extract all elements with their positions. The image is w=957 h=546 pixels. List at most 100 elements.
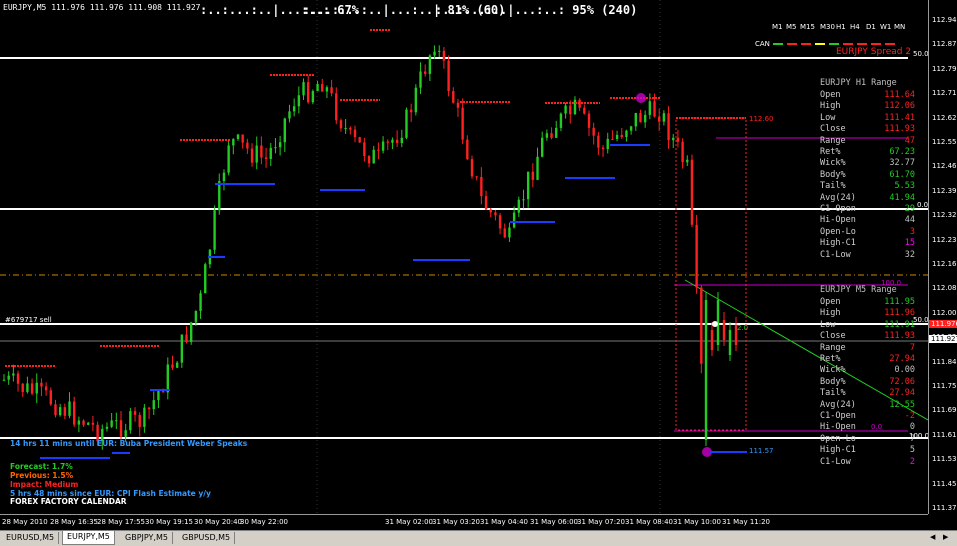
panel-row-value: -2: [904, 411, 915, 421]
price-tick-label: 112.625: [932, 113, 957, 122]
panel-row-value: 12.55: [889, 399, 915, 410]
candle-body: [302, 82, 305, 96]
candle-body: [395, 139, 399, 144]
chart-tab-eurusd-m5[interactable]: EURUSD,M5: [2, 532, 60, 544]
candle-body: [372, 149, 375, 164]
candle-body: [728, 330, 732, 355]
candle-body: [292, 106, 296, 112]
candle-body: [601, 147, 605, 150]
candle-body: [409, 109, 413, 113]
tab-right-arrow-icon[interactable]: ▶: [943, 533, 948, 541]
time-axis[interactable]: 28 May 2010 28 May 16:35 28 May 17:55 30 Ma…: [0, 514, 928, 531]
panel-row: C1-Low 2: [820, 457, 915, 468]
candle-body: [91, 422, 95, 425]
panel-row-label: High-C1: [820, 238, 856, 249]
panel-row-label: Open-Lo: [820, 433, 856, 444]
panel-row: Tail% 5.53: [820, 181, 915, 192]
news-line: Impact: Medium: [10, 480, 79, 489]
candle-body: [260, 145, 263, 158]
candle-body: [358, 137, 361, 143]
candle-body: [58, 407, 62, 416]
candle-body: [611, 138, 614, 140]
panel-row-label: Body%: [820, 376, 846, 387]
panel-row-value: 5: [909, 445, 915, 456]
candle-body: [297, 95, 301, 107]
candle-body: [381, 141, 385, 151]
candle-body: [227, 145, 230, 173]
panel-row-value: 44: [904, 215, 915, 226]
candle-body: [676, 137, 680, 142]
level-label: 50.0: [913, 316, 928, 324]
panel-row-label: C1-Open: [820, 411, 856, 421]
candle-body: [330, 87, 333, 94]
candle-body: [461, 107, 464, 140]
panel-row-label: Avg(24): [820, 399, 856, 410]
small-label: 2.0: [737, 324, 749, 332]
candle-body: [498, 215, 502, 229]
candle-body: [353, 129, 357, 138]
news-line: 14 hrs 11 mins until EUR: Buba President…: [10, 439, 248, 448]
chart-tab-gbpusd-m5[interactable]: GBPUSD,M5: [178, 532, 236, 544]
candle-body: [161, 391, 165, 393]
candle-body: [143, 407, 146, 427]
candle-body: [185, 334, 188, 343]
panel-row-label: Low: [820, 319, 836, 330]
candle-body: [68, 401, 71, 416]
candle-body: [573, 99, 577, 115]
news-line: Previous: 1.5%: [10, 471, 74, 480]
time-tick-label: 28 May 17:55: [97, 518, 146, 526]
price-tick-label: 112.320: [932, 211, 957, 220]
candle-body: [419, 71, 422, 88]
candle-body: [658, 116, 661, 122]
panel-row: Range 47: [820, 136, 915, 147]
time-tick-label: 30 May 20:40: [194, 518, 243, 526]
candle-body: [49, 390, 52, 405]
can-indicator-dash: [787, 43, 797, 45]
entry-marker: [712, 321, 718, 327]
candle-body: [283, 118, 286, 143]
level-label: 100.0: [909, 432, 928, 440]
price-tick-label: 112.465: [932, 162, 957, 171]
panel-row-value: 61.70: [889, 169, 915, 180]
panel-row-value: 27.94: [889, 388, 915, 399]
candle-body: [30, 383, 34, 394]
panel-row-label: Low: [820, 112, 836, 123]
timeframe-label-d1: D1: [866, 23, 876, 31]
candle-body: [452, 91, 455, 103]
panel-row: C1-Open -2: [820, 411, 915, 422]
price-tick-label: 112.795: [932, 64, 957, 73]
panel-row-label: High: [820, 101, 841, 112]
chart-tab-eurjpy-m5[interactable]: EURJPY,M5: [62, 531, 115, 545]
candle-body: [232, 138, 235, 146]
price-axis[interactable]: 112.945 112.870 112.795 112.710 112.625 112.5…: [928, 0, 957, 514]
level-label: 50.0: [913, 50, 928, 58]
candle-body: [564, 105, 567, 114]
candle-body: [54, 404, 57, 416]
candle-body: [82, 420, 85, 425]
candle-body: [190, 322, 193, 343]
panel-row: C1-Open 29: [820, 204, 915, 215]
candle-body: [35, 382, 38, 394]
candle-body: [119, 420, 123, 437]
time-tick-label: 30 May 22:00: [240, 518, 289, 526]
panel-row-label: Tail%: [820, 388, 846, 399]
panel-row-label: Close: [820, 331, 846, 342]
tab-left-arrow-icon[interactable]: ◀: [930, 533, 935, 541]
chart-tab-gbpjpy-m5[interactable]: GBPJPY,M5: [121, 532, 173, 544]
candle-body: [311, 91, 315, 103]
price-tick-label: 112.710: [932, 89, 957, 98]
panel-row: High 111.96: [820, 308, 915, 319]
candle-body: [377, 149, 380, 151]
panel-row-label: High-C1: [820, 445, 856, 456]
candle-body: [12, 373, 15, 376]
candle-body: [147, 407, 151, 410]
candle-body: [634, 112, 637, 127]
panel-row-value: 72.06: [889, 376, 915, 387]
chart-area[interactable]: EURJPY,M5 111.976 111.976 111.908 111.92…: [0, 0, 928, 514]
candle-body: [63, 407, 67, 416]
time-tick-label: 31 May 11:20: [722, 518, 771, 526]
candle-body: [690, 159, 694, 225]
candle-body: [583, 107, 586, 114]
panel-row: High-C1 15: [820, 238, 915, 249]
panel-row-value: 2: [909, 456, 915, 467]
